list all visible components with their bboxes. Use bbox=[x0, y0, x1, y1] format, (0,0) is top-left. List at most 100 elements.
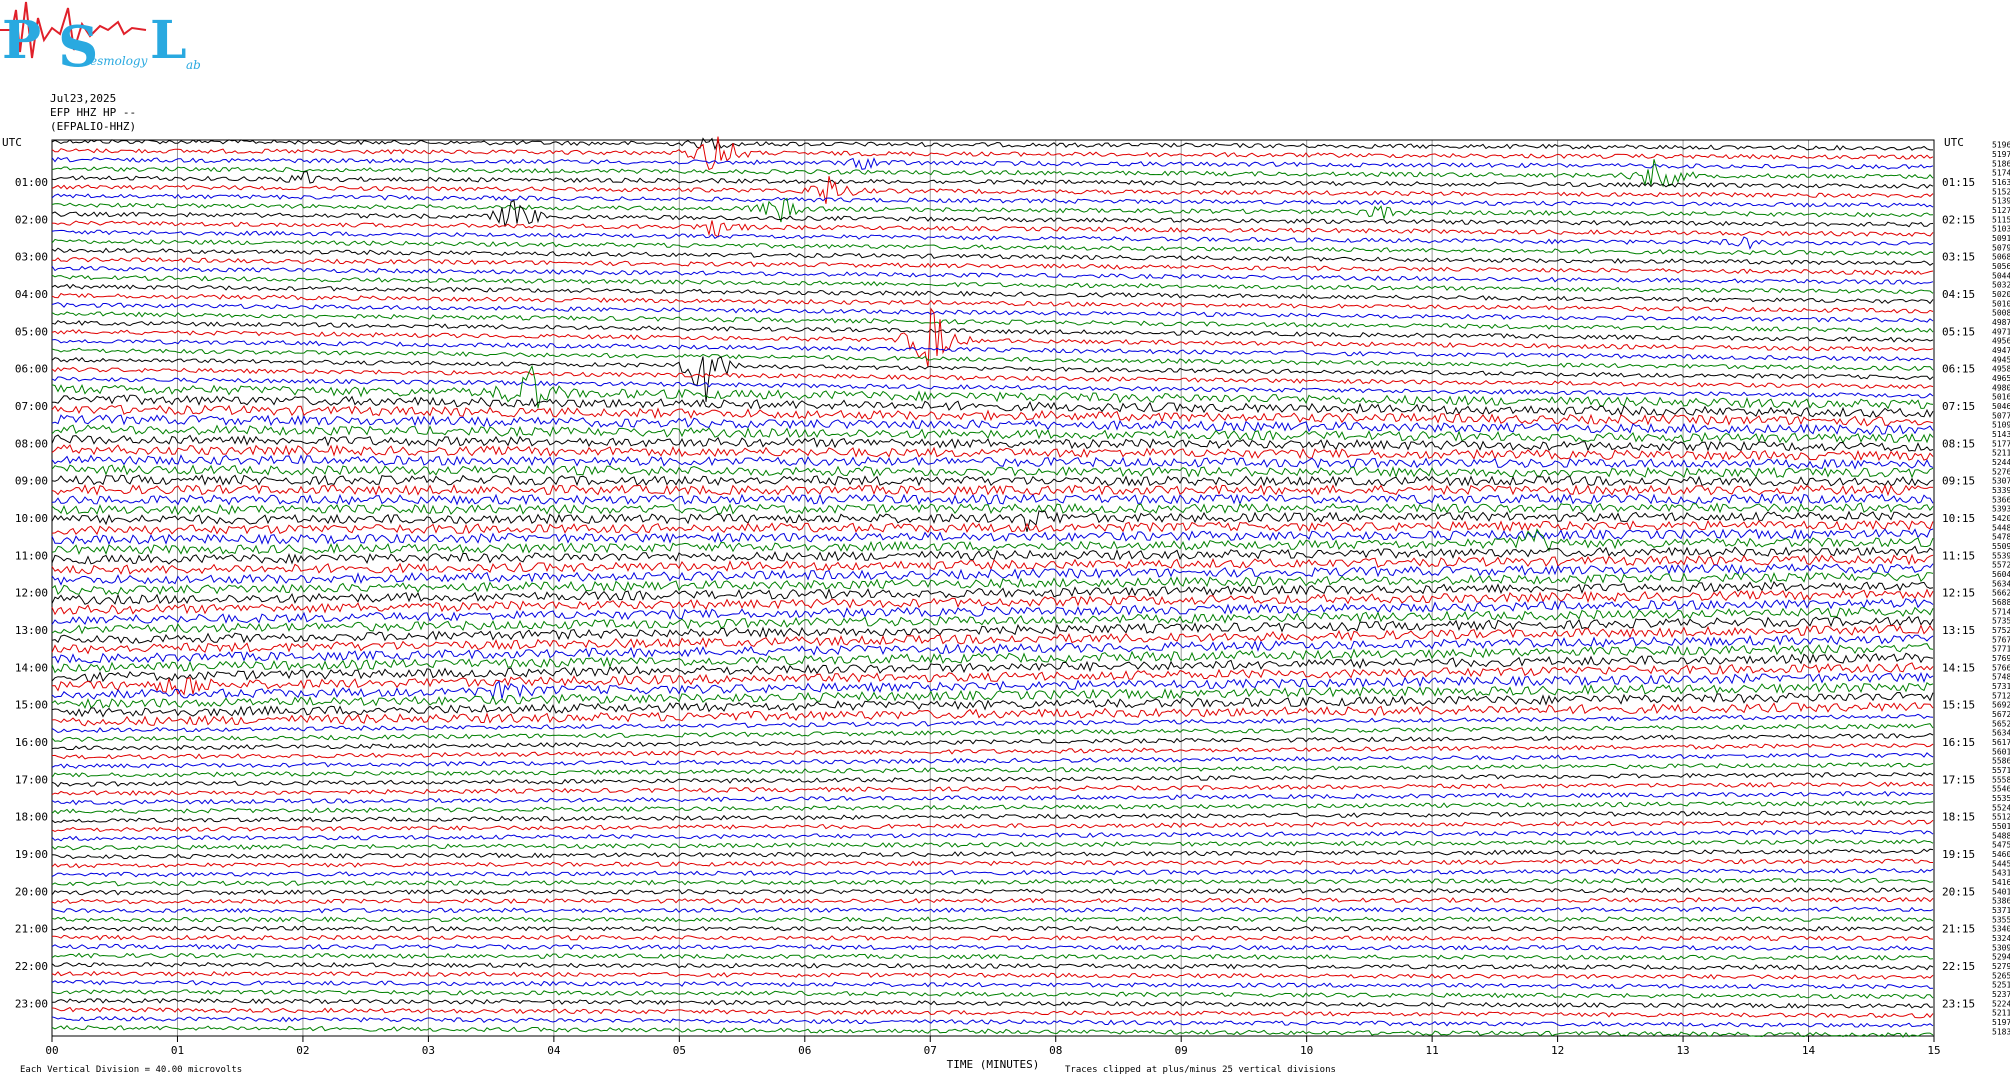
trace-offset-label: 53669 bbox=[1992, 495, 2010, 504]
trace-offset-label: 50440 bbox=[1992, 271, 2010, 280]
trace-offset-label: 49879 bbox=[1992, 318, 2010, 327]
trace-line bbox=[51, 877, 1934, 887]
trace-line bbox=[51, 925, 1934, 932]
trace-line bbox=[51, 896, 1934, 905]
x-tick-label: 15 bbox=[1927, 1044, 1940, 1057]
right-hour-label: 20:15 bbox=[1942, 885, 1975, 898]
trace-offset-label: 52117 bbox=[1992, 1009, 2010, 1018]
left-hour-label: 15:00 bbox=[15, 699, 48, 712]
trace-offset-label: 57123 bbox=[1992, 691, 2010, 700]
trace-line bbox=[51, 952, 1934, 961]
left-axis-label: UTC bbox=[2, 136, 22, 149]
trace-offset-label: 52799 bbox=[1992, 962, 2010, 971]
left-hour-label: 08:00 bbox=[15, 437, 48, 450]
left-hour-label: 22:00 bbox=[15, 960, 48, 973]
x-tick-label: 09 bbox=[1175, 1044, 1188, 1057]
right-hour-label: 08:15 bbox=[1942, 437, 1975, 450]
trace-offset-label: 51390 bbox=[1992, 197, 2010, 206]
trace-offset-label: 57317 bbox=[1992, 682, 2010, 691]
trace-line bbox=[51, 989, 1934, 1000]
trace-offset-label: 56010 bbox=[1992, 747, 2010, 756]
trace-offset-label: 55729 bbox=[1992, 561, 2010, 570]
trace-line bbox=[51, 292, 1934, 314]
trace-line bbox=[51, 404, 1934, 427]
trace-line bbox=[51, 781, 1934, 797]
clip-note: Traces clipped at plus/minus 25 vertical… bbox=[1065, 1065, 1336, 1075]
trace-line bbox=[51, 1024, 1934, 1038]
trace-offset-label: 56344 bbox=[1992, 579, 2010, 588]
trace-offset-label: 53551 bbox=[1992, 915, 2010, 924]
trace-offset-label: 50793 bbox=[1992, 243, 2010, 252]
trace-line bbox=[51, 136, 1934, 171]
trace-offset-label: 52655 bbox=[1992, 971, 2010, 980]
x-tick-label: 05 bbox=[673, 1044, 686, 1057]
trace-offset-label: 55090 bbox=[1992, 542, 2010, 551]
trace-offset-label: 51094 bbox=[1992, 421, 2010, 430]
trace-offset-label: 56889 bbox=[1992, 598, 2010, 607]
left-hour-label: 16:00 bbox=[15, 736, 48, 749]
trace-offset-label: 50917 bbox=[1992, 234, 2010, 243]
trace-line bbox=[51, 998, 1934, 1009]
right-hour-label: 23:15 bbox=[1942, 997, 1975, 1010]
trace-line bbox=[51, 858, 1933, 869]
trace-line bbox=[51, 829, 1934, 842]
trace-offset-label: 51975 bbox=[1992, 150, 2010, 159]
trace-offset-label: 51630 bbox=[1992, 178, 2010, 187]
trace-offset-label: 55127 bbox=[1992, 813, 2010, 822]
trace-line bbox=[51, 970, 1934, 980]
trace-line bbox=[51, 454, 1934, 470]
trace-offset-label: 55464 bbox=[1992, 785, 2010, 794]
trace-line bbox=[51, 1016, 1934, 1028]
trace-line bbox=[51, 424, 1934, 444]
trace-offset-label: 50773 bbox=[1992, 411, 2010, 420]
trace-line bbox=[51, 493, 1934, 506]
trace-offset-label: 54607 bbox=[1992, 850, 2010, 859]
trace-offset-label: 57527 bbox=[1992, 626, 2010, 635]
left-hour-label: 23:00 bbox=[15, 997, 48, 1010]
trace-offset-label: 57357 bbox=[1992, 617, 2010, 626]
trace-line bbox=[51, 839, 1934, 851]
trace-offset-label: 54167 bbox=[1992, 878, 2010, 887]
x-tick-label: 13 bbox=[1676, 1044, 1689, 1057]
trace-offset-label: 51838 bbox=[1992, 1027, 2010, 1036]
trace-line bbox=[51, 311, 1934, 333]
trace-offset-label: 50208 bbox=[1992, 290, 2010, 299]
trace-offset-label: 52761 bbox=[1992, 467, 2010, 476]
right-hour-label: 07:15 bbox=[1942, 400, 1975, 413]
trace-offset-label: 49456 bbox=[1992, 355, 2010, 364]
right-hour-label: 18:15 bbox=[1942, 811, 1975, 824]
left-hour-label: 20:00 bbox=[15, 885, 48, 898]
trace-line bbox=[51, 723, 1934, 743]
x-tick-label: 04 bbox=[547, 1044, 561, 1057]
right-hour-label: 04:15 bbox=[1942, 288, 1975, 301]
trace-offset-label: 50166 bbox=[1992, 393, 2010, 402]
left-hour-label: 04:00 bbox=[15, 288, 48, 301]
trace-offset-label: 56172 bbox=[1992, 738, 2010, 747]
left-hour-label: 10:00 bbox=[15, 512, 48, 525]
right-hour-label: 17:15 bbox=[1942, 773, 1975, 786]
trace-offset-label: 49652 bbox=[1992, 374, 2010, 383]
right-axis-label: UTC bbox=[1944, 136, 1964, 149]
trace-offset-label: 56346 bbox=[1992, 729, 2010, 738]
trace-offset-label: 50469 bbox=[1992, 402, 2010, 411]
trace-line bbox=[51, 171, 1934, 189]
trace-offset-label: 52118 bbox=[1992, 449, 2010, 458]
trace-offset-label: 54016 bbox=[1992, 887, 2010, 896]
trace-line bbox=[51, 220, 1934, 238]
trace-offset-label: 49806 bbox=[1992, 383, 2010, 392]
trace-line bbox=[51, 229, 1934, 250]
right-hour-label: 03:15 bbox=[1942, 251, 1975, 264]
trace-line bbox=[51, 943, 1934, 951]
right-hour-label: 14:15 bbox=[1942, 661, 1975, 674]
trace-line bbox=[51, 199, 1934, 228]
trace-offset-label: 53098 bbox=[1992, 943, 2010, 952]
right-hour-label: 11:15 bbox=[1942, 549, 1975, 562]
trace-offset-label: 55356 bbox=[1992, 794, 2010, 803]
trace-offset-label: 57666 bbox=[1992, 663, 2010, 672]
trace-line bbox=[51, 916, 1934, 923]
trace-offset-label: 49710 bbox=[1992, 327, 2010, 336]
right-hour-label: 22:15 bbox=[1942, 960, 1975, 973]
trace-offset-label: 51865 bbox=[1992, 159, 2010, 168]
trace-offset-label: 56926 bbox=[1992, 701, 2010, 710]
trace-offset-label: 56046 bbox=[1992, 570, 2010, 579]
